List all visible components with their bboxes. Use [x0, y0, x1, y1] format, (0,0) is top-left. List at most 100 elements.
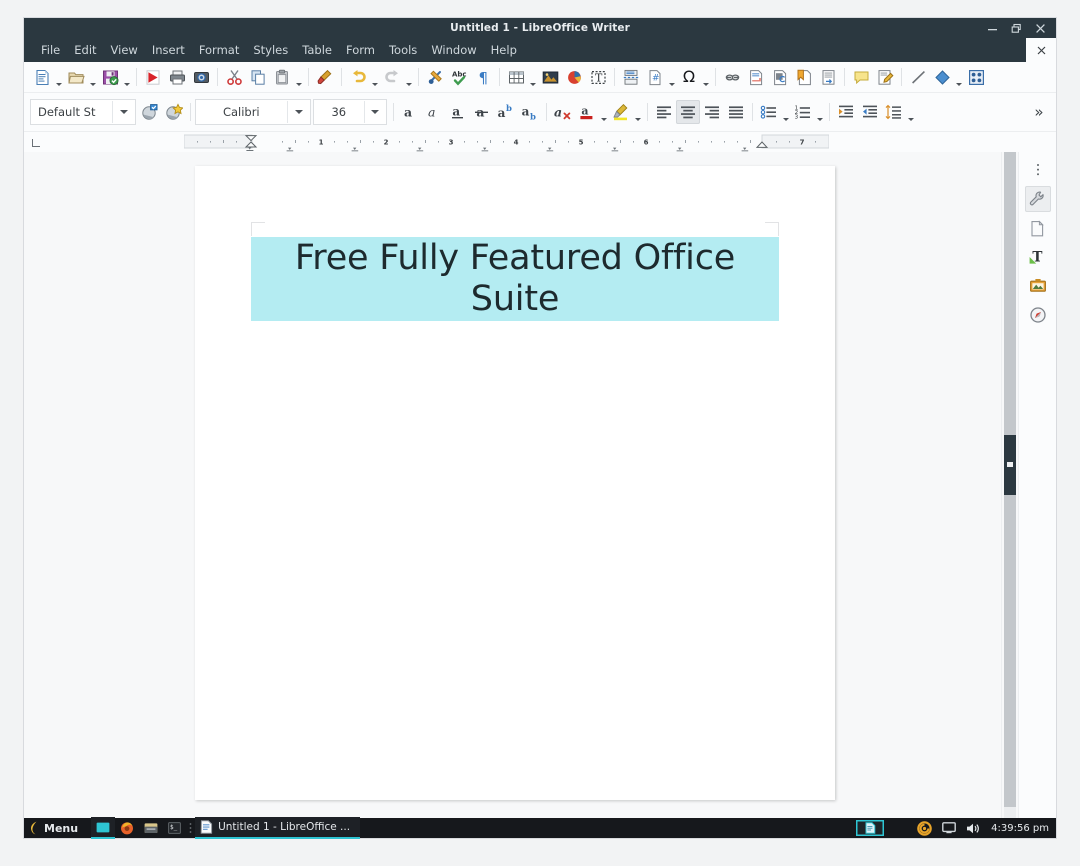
paste-icon[interactable] — [270, 65, 294, 89]
properties-icon[interactable] — [1024, 186, 1051, 212]
justify-button[interactable] — [724, 100, 748, 124]
terminal-icon[interactable]: $_ — [163, 818, 186, 838]
document-page[interactable]: Free Fully Featured Office Suite — [195, 166, 835, 800]
start-menu-button[interactable]: Menu — [24, 818, 91, 838]
clear-direct-formatting-button[interactable]: a — [551, 100, 575, 124]
undo-dropdown-icon[interactable] — [370, 62, 380, 93]
insert-field-dropdown-icon[interactable] — [667, 62, 677, 93]
highlighting-color-button[interactable] — [609, 100, 633, 124]
document-text-area[interactable]: Free Fully Featured Office Suite — [251, 237, 779, 321]
volume-icon[interactable] — [961, 818, 985, 838]
redo-icon[interactable] — [380, 65, 404, 89]
line-spacing-button[interactable] — [882, 100, 906, 124]
highlighting-color-dropdown-icon[interactable] — [633, 97, 643, 128]
basic-shapes-icon[interactable] — [930, 65, 954, 89]
special-character-dropdown-icon[interactable] — [701, 62, 711, 93]
font-size-dropdown-icon[interactable] — [363, 101, 386, 123]
decrease-indent-button[interactable] — [858, 100, 882, 124]
line-spacing-dropdown-icon[interactable] — [906, 97, 916, 128]
clone-formatting-icon[interactable] — [313, 65, 337, 89]
insert-text-box-icon[interactable]: T — [586, 65, 610, 89]
gallery-icon[interactable] — [1025, 273, 1051, 299]
save-document-icon[interactable] — [98, 65, 122, 89]
paste-dropdown-icon[interactable] — [294, 62, 304, 93]
insert-chart-icon[interactable] — [562, 65, 586, 89]
display-tray-icon[interactable] — [937, 818, 961, 838]
document-canvas[interactable]: Free Fully Featured Office Suite — [24, 152, 1001, 821]
track-changes-icon[interactable] — [873, 65, 897, 89]
superscript-button[interactable]: a b — [494, 100, 518, 124]
navigator-icon[interactable] — [1025, 302, 1051, 328]
bold-button[interactable]: a — [398, 100, 422, 124]
print-preview-icon[interactable] — [189, 65, 213, 89]
redo-dropdown-icon[interactable] — [404, 62, 414, 93]
tab-stop-selector-icon[interactable] — [32, 139, 40, 147]
spelling-icon[interactable]: Abc — [447, 65, 471, 89]
clear-formatting-icon[interactable] — [423, 65, 447, 89]
paragraph-style-combobox[interactable]: Default St — [30, 99, 136, 125]
subscript-button[interactable]: a b — [518, 100, 542, 124]
export-pdf-icon[interactable] — [141, 65, 165, 89]
basic-shapes-dropdown-icon[interactable] — [954, 62, 964, 93]
underline-button[interactable]: a — [446, 100, 470, 124]
endnote-icon[interactable] — [768, 65, 792, 89]
minimize-icon[interactable] — [987, 23, 998, 34]
new-document-icon[interactable] — [30, 65, 54, 89]
font-name-dropdown-icon[interactable] — [286, 101, 310, 123]
print-icon[interactable] — [165, 65, 189, 89]
close-icon[interactable] — [1035, 23, 1046, 34]
taskbar-task-button[interactable]: Untitled 1 - LibreOffice ... — [195, 817, 361, 839]
undo-icon[interactable] — [346, 65, 370, 89]
insert-field-icon[interactable]: # — [643, 65, 667, 89]
cross-reference-icon[interactable] — [816, 65, 840, 89]
menu-item-table[interactable]: Table — [295, 40, 339, 60]
comment-icon[interactable] — [849, 65, 873, 89]
increase-indent-button[interactable] — [834, 100, 858, 124]
align-right-button[interactable] — [700, 100, 724, 124]
paragraph-style-dropdown-icon[interactable] — [111, 101, 135, 123]
menu-item-edit[interactable]: Edit — [67, 40, 103, 60]
menu-item-format[interactable]: Format — [192, 40, 247, 60]
menu-item-view[interactable]: View — [104, 40, 145, 60]
open-document-dropdown-icon[interactable] — [88, 62, 98, 93]
insert-image-icon[interactable] — [538, 65, 562, 89]
open-document-icon[interactable] — [64, 65, 88, 89]
workspace-pager-icon[interactable] — [856, 818, 912, 838]
update-icon[interactable] — [912, 818, 937, 838]
sidebar-settings-icon[interactable] — [1025, 157, 1051, 183]
footnote-icon[interactable] — [744, 65, 768, 89]
firefox-icon[interactable] — [115, 818, 139, 838]
strikethrough-button[interactable]: a — [470, 100, 494, 124]
update-style-icon[interactable] — [138, 100, 162, 124]
font-size-combobox[interactable]: 36 — [313, 99, 387, 125]
file-manager-icon[interactable] — [139, 818, 163, 838]
unordered-list-dropdown-icon[interactable] — [781, 97, 791, 128]
font-color-button[interactable]: a — [575, 100, 599, 124]
styles-icon[interactable]: T — [1025, 244, 1051, 270]
menu-item-window[interactable]: Window — [424, 40, 483, 60]
align-center-button[interactable] — [676, 100, 700, 124]
ordered-list-button[interactable]: 1 2 3 — [791, 100, 815, 124]
workspace-1[interactable] — [856, 820, 885, 836]
vertical-scrollbar[interactable] — [1001, 152, 1018, 821]
ordered-list-dropdown-icon[interactable] — [815, 97, 825, 128]
align-left-button[interactable] — [652, 100, 676, 124]
toolbar-overflow-button[interactable]: » — [1028, 100, 1050, 124]
taskbar-clock[interactable]: 4:39:56 pm — [985, 823, 1056, 834]
display-launcher-icon[interactable] — [91, 817, 116, 839]
cut-icon[interactable] — [222, 65, 246, 89]
insert-line-icon[interactable] — [906, 65, 930, 89]
menu-item-help[interactable]: Help — [484, 40, 524, 60]
menu-item-insert[interactable]: Insert — [145, 40, 192, 60]
unordered-list-button[interactable] — [757, 100, 781, 124]
font-name-combobox[interactable]: Calibri — [195, 99, 311, 125]
hyperlink-icon[interactable] — [720, 65, 744, 89]
restore-icon[interactable] — [1011, 23, 1022, 34]
new-document-dropdown-icon[interactable] — [54, 62, 64, 93]
menu-item-styles[interactable]: Styles — [246, 40, 295, 60]
close-document-icon[interactable] — [1026, 38, 1056, 62]
menu-item-form[interactable]: Form — [339, 40, 382, 60]
formatting-marks-icon[interactable]: ¶ — [471, 65, 495, 89]
font-color-dropdown-icon[interactable] — [599, 97, 609, 128]
italic-button[interactable]: a — [422, 100, 446, 124]
